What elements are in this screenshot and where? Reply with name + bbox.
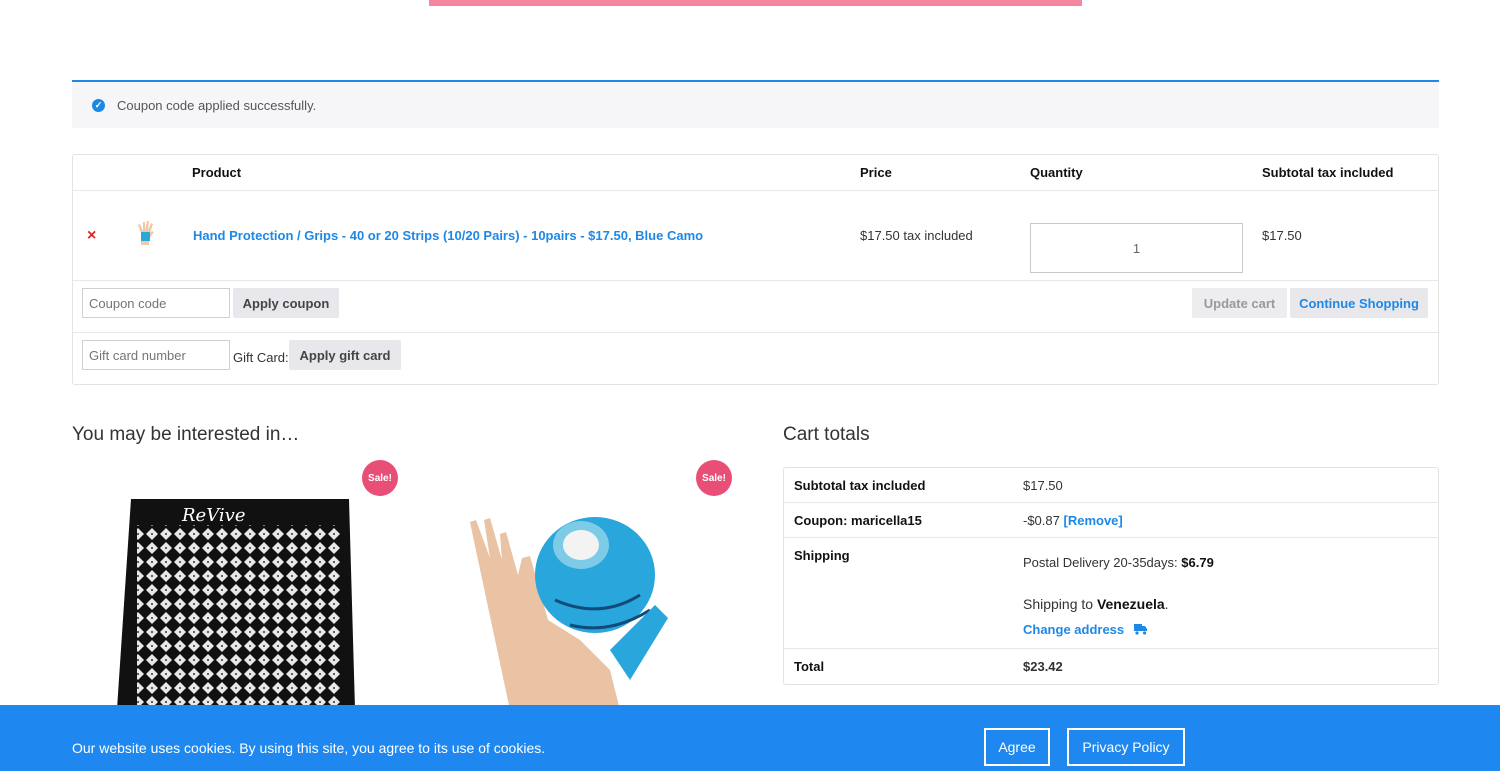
totals-subtotal-row: Subtotal tax included $17.50 <box>784 468 1438 503</box>
sale-badge: Sale! <box>362 460 398 496</box>
cross-sells-heading: You may be interested in… <box>72 424 300 445</box>
coupon-code-input[interactable] <box>82 288 230 318</box>
total-label: Total <box>794 659 825 674</box>
coupon-row: Apply coupon Update cart Continue Shoppi… <box>73 281 1438 333</box>
acupressure-mat-image[interactable]: ReVive <box>117 499 362 709</box>
top-pink-bar <box>429 0 1082 6</box>
cart-table: Product Price Quantity Subtotal tax incl… <box>72 154 1439 385</box>
cart-totals-heading: Cart totals <box>783 424 870 445</box>
cart-table-header: Product Price Quantity Subtotal tax incl… <box>73 155 1438 191</box>
subtotal-label: Subtotal tax included <box>794 478 926 493</box>
total-value: $23.42 <box>1023 659 1063 674</box>
privacy-policy-button[interactable]: Privacy Policy <box>1067 728 1185 766</box>
shipping-method-name: Postal Delivery 20-35days: <box>1023 555 1178 570</box>
shipping-method: Postal Delivery 20-35days: $6.79 <box>1023 555 1214 570</box>
mat-brand-text: ReVive <box>181 505 245 526</box>
remove-coupon-link[interactable]: [Remove] <box>1064 513 1123 528</box>
apply-coupon-button[interactable]: Apply coupon <box>233 288 339 318</box>
update-cart-button[interactable]: Update cart <box>1192 288 1287 318</box>
cart-totals-table: Subtotal tax included $17.50 Coupon: mar… <box>783 467 1439 685</box>
continue-shopping-button[interactable]: Continue Shopping <box>1290 288 1428 318</box>
totals-total-row: Total $23.42 <box>784 649 1438 684</box>
totals-coupon-row: Coupon: maricella15 -$0.87 [Remove] <box>784 503 1438 538</box>
gift-card-row: Gift Card: Apply gift card <box>73 333 1438 385</box>
coupon-success-notice: ✓ Coupon code applied successfully. <box>72 80 1439 128</box>
coupon-value-wrap: -$0.87 [Remove] <box>1023 513 1123 528</box>
quantity-input[interactable] <box>1030 223 1243 273</box>
cookie-banner: Our website uses cookies. By using this … <box>0 705 1500 771</box>
header-subtotal: Subtotal tax included <box>1262 165 1394 180</box>
shipping-destination: Shipping to Venezuela. <box>1023 596 1169 612</box>
product-price: $17.50 tax included <box>860 228 973 243</box>
coupon-value: -$0.87 <box>1023 513 1060 528</box>
shipping-country: Venezuela <box>1096 596 1165 612</box>
shipping-to-label: Shipping to <box>1023 596 1094 612</box>
change-address-wrap[interactable]: Change address <box>1023 622 1148 637</box>
gift-card-label: Gift Card: <box>233 350 289 365</box>
change-address-link[interactable]: Change address <box>1023 622 1124 637</box>
product-name-link[interactable]: Hand Protection / Grips - 40 or 20 Strip… <box>193 228 703 243</box>
sale-badge: Sale! <box>696 460 732 496</box>
cart-item-row: × Hand Protection / Grips - 40 or 20 Str… <box>73 191 1438 281</box>
check-circle-icon: ✓ <box>92 98 105 112</box>
totals-shipping-row: Shipping Postal Delivery 20-35days: $6.7… <box>784 538 1438 649</box>
coupon-label: Coupon: maricella15 <box>794 513 922 528</box>
apply-gift-card-button[interactable]: Apply gift card <box>289 340 401 370</box>
shipping-cost: $6.79 <box>1181 555 1214 570</box>
header-price: Price <box>860 165 892 180</box>
gift-card-input[interactable] <box>82 340 230 370</box>
remove-item-icon[interactable]: × <box>87 227 96 245</box>
kinesiology-tape-image[interactable] <box>460 500 680 710</box>
product-thumbnail[interactable] <box>135 219 157 247</box>
product-subtotal: $17.50 <box>1262 228 1302 243</box>
truck-icon <box>1133 624 1147 635</box>
header-quantity: Quantity <box>1030 165 1083 180</box>
header-product: Product <box>192 165 242 180</box>
subtotal-value: $17.50 <box>1023 478 1063 493</box>
agree-button[interactable]: Agree <box>984 728 1050 766</box>
notice-message: Coupon code applied successfully. <box>117 97 317 113</box>
cookie-text: Our website uses cookies. By using this … <box>72 740 546 756</box>
shipping-label: Shipping <box>794 548 850 563</box>
